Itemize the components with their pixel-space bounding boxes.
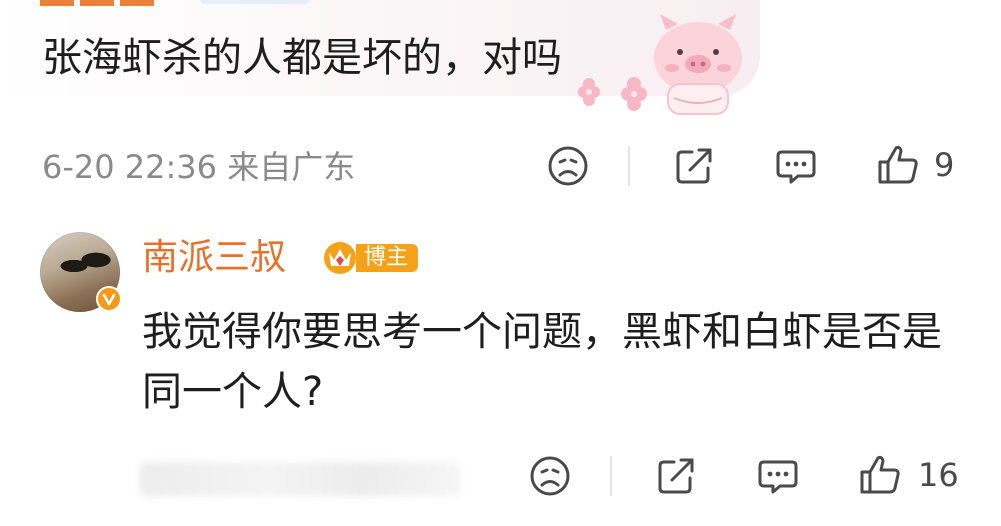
top-comment-text: 张海虾杀的人都是坏的，对吗 [42,35,562,81]
sad-face-icon[interactable] [546,144,590,188]
reply-like-count: 16 [918,456,959,494]
reply-username[interactable]: 南派三叔 [142,232,286,284]
top-comment-meta: 6-20 22:36 来自广东 [42,148,356,186]
comment-icon[interactable] [774,144,818,188]
pig-sticker-icon [578,14,742,115]
top-comment-username-clipped [40,0,154,6]
comment-icon[interactable] [756,454,800,498]
action-divider [628,146,630,186]
top-comment-badge-cut [200,0,310,4]
verified-badge-icon [96,286,122,312]
action-divider [610,456,612,496]
top-comment-username-cut[interactable] [40,0,190,14]
top-comment-like-count: 9 [934,146,955,184]
reply-text: 我觉得你要思考一个问题，黑虾和白虾是否是同一个人? [142,309,942,415]
share-icon[interactable] [654,454,698,498]
reply-meta-blurred [140,462,460,496]
blogger-badge-label: 博主 [356,244,419,272]
crown-icon [324,242,356,274]
thumbs-up-icon[interactable] [876,142,920,186]
share-icon[interactable] [672,144,716,188]
thumbs-up-icon[interactable] [858,452,902,496]
reply-avatar[interactable] [40,232,122,312]
sad-face-icon[interactable] [528,454,572,498]
blogger-badge: 博主 [320,240,419,276]
